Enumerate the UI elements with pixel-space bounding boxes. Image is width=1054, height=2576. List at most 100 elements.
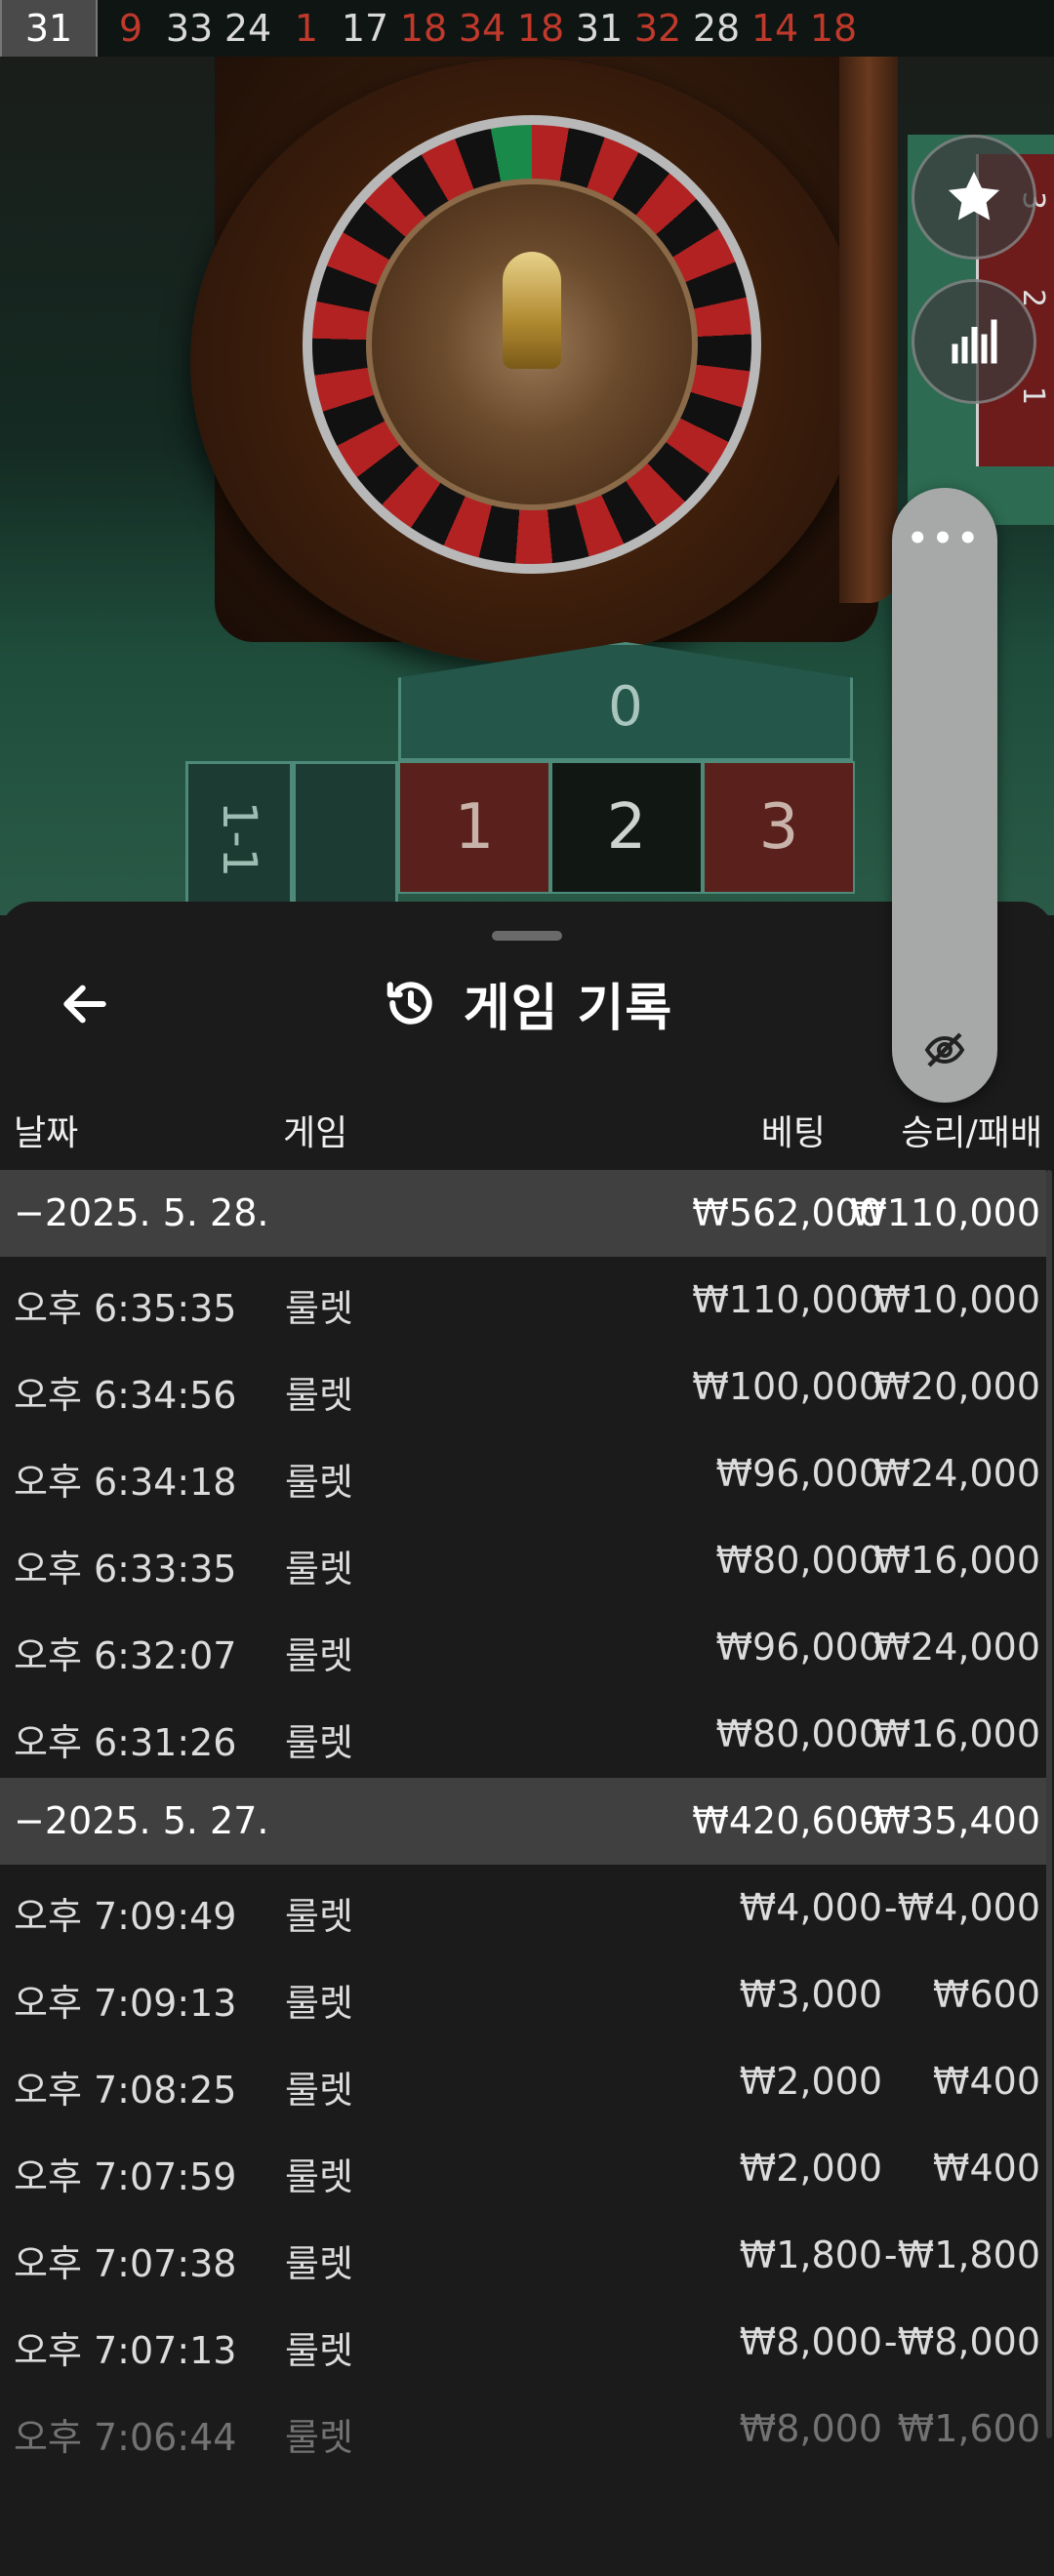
row-win-loss: ₩110,000 [850, 1191, 1040, 1234]
column-header-win-loss: 승리/패배 [901, 1113, 1042, 1153]
result-number: 9 [118, 7, 143, 50]
bet-spot-dozen[interactable] [293, 761, 398, 915]
result-number: 18 [809, 7, 858, 50]
row-date: −2025. 5. 28. [14, 1191, 269, 1234]
row-date: −2025. 5. 27. [14, 1799, 269, 1842]
row-date: 오후 6:31:26 [14, 1721, 237, 1764]
row-date: 오후 7:09:49 [14, 1895, 237, 1938]
page-title: 게임 기록 [463, 979, 673, 1038]
history-row[interactable]: 오후 7:09:13 룰렛 ₩3,000 ₩600 [0, 1952, 1046, 2038]
history-row[interactable]: 오후 6:32:07 룰렛 ₩96,000 ₩24,000 [0, 1604, 1046, 1691]
result-number: 18 [399, 7, 448, 50]
bet-spot-label: 3 [758, 791, 799, 864]
history-row[interactable]: 오후 6:34:18 룰렛 ₩96,000 ₩24,000 [0, 1430, 1046, 1517]
row-game: 룰렛 [285, 2069, 353, 2112]
row-win-loss: ₩400 [932, 2147, 1040, 2190]
bet-spot-zero-label: 0 [608, 675, 643, 739]
row-bet: ₩1,800 [739, 2234, 882, 2276]
row-win-loss: ₩400 [932, 2060, 1040, 2103]
result-number: 28 [692, 7, 741, 50]
row-game: 룰렛 [285, 1461, 353, 1504]
history-row[interactable]: 오후 7:07:59 룰렛 ₩2,000 ₩400 [0, 2125, 1046, 2212]
game-history-panel: 게임 기록 날짜 게임 베팅 승리/패배 −2025. 5. 28. ₩562,0… [0, 902, 1054, 2576]
row-date: 오후 6:33:35 [14, 1548, 237, 1590]
row-game: 룰렛 [285, 2242, 353, 2285]
row-win-loss: ₩600 [932, 1973, 1040, 2016]
side-bet-number: 1 [1015, 385, 1050, 406]
bet-spot-3[interactable]: 3 [703, 761, 855, 894]
history-row[interactable]: 오후 7:07:13 룰렛 ₩8,000 -₩8,000 [0, 2299, 1046, 2386]
row-win-loss: ₩24,000 [873, 1452, 1040, 1495]
row-bet: ₩8,000 [739, 2320, 882, 2363]
result-number: 18 [516, 7, 565, 50]
row-win-loss: ₩1,600 [897, 2407, 1040, 2450]
result-number: 17 [341, 7, 389, 50]
bet-spot-2[interactable]: 2 [550, 761, 703, 894]
row-bet: ₩420,600 [692, 1799, 882, 1842]
bet-spot-label: 1 [454, 791, 495, 864]
row-date: 오후 6:35:35 [14, 1287, 237, 1330]
row-win-loss: -₩1,800 [883, 2234, 1040, 2276]
favorite-button[interactable] [912, 135, 1036, 260]
row-date: 오후 7:09:13 [14, 1982, 237, 2025]
row-bet: ₩2,000 [739, 2147, 882, 2190]
history-icon [386, 982, 432, 1025]
result-number: 33 [165, 7, 214, 50]
row-win-loss: ₩24,000 [873, 1626, 1040, 1669]
row-win-loss: -₩8,000 [883, 2320, 1040, 2363]
eye-off-icon[interactable] [921, 1026, 968, 1073]
date-group-row[interactable]: −2025. 5. 27. ₩420,600 -₩35,400 [0, 1778, 1046, 1865]
row-date: 오후 6:32:07 [14, 1634, 237, 1677]
bet-spot-zero[interactable]: 0 [398, 642, 853, 761]
history-row[interactable]: 오후 6:31:26 룰렛 ₩80,000 ₩16,000 [0, 1691, 1046, 1778]
scrollbar[interactable] [1046, 1170, 1052, 2438]
row-bet: ₩96,000 [715, 1626, 882, 1669]
row-game: 룰렛 [285, 2416, 353, 2459]
latest-result: 31 [0, 0, 98, 57]
row-bet: ₩80,000 [715, 1712, 882, 1755]
panel-drag-handle[interactable] [492, 931, 562, 941]
bet-spot-column[interactable]: 1-1 [185, 761, 293, 915]
row-win-loss: -₩4,000 [883, 1886, 1040, 1929]
row-game: 룰렛 [285, 1634, 353, 1677]
row-bet: ₩110,000 [692, 1278, 882, 1321]
row-bet: ₩3,000 [739, 1973, 882, 2016]
column-header-game: 게임 [283, 1113, 348, 1153]
history-row[interactable]: 오후 7:06:44 룰렛 ₩8,000 ₩1,600 [0, 2386, 1046, 2473]
row-date: 오후 7:07:13 [14, 2329, 237, 2372]
row-bet: ₩80,000 [715, 1539, 882, 1582]
bar-chart-icon [952, 319, 997, 364]
statistics-button[interactable] [912, 279, 1036, 404]
history-table: −2025. 5. 28. ₩562,000 ₩110,000 오후 6:35:35 룰… [0, 1170, 1046, 2473]
row-game: 룰렛 [285, 1895, 353, 1938]
row-date: 오후 7:07:59 [14, 2155, 237, 2198]
row-game: 룰렛 [285, 1548, 353, 1590]
date-group-row[interactable]: −2025. 5. 28. ₩562,000 ₩110,000 [0, 1170, 1046, 1257]
history-row[interactable]: 오후 6:34:56 룰렛 ₩100,000 ₩20,000 [0, 1344, 1046, 1430]
row-date: 오후 7:08:25 [14, 2069, 237, 2112]
history-row[interactable]: 오후 6:35:35 룰렛 ₩110,000 ₩10,000 [0, 1257, 1046, 1344]
row-bet: ₩96,000 [715, 1452, 882, 1495]
row-game: 룰렛 [285, 2329, 353, 2372]
more-dots-icon[interactable]: ••• [892, 522, 997, 555]
history-row[interactable]: 오후 6:33:35 룰렛 ₩80,000 ₩16,000 [0, 1517, 1046, 1604]
row-game: 룰렛 [285, 1287, 353, 1330]
row-game: 룰렛 [285, 2155, 353, 2198]
row-bet: ₩100,000 [692, 1365, 882, 1408]
bet-spot-column-label: 1-1 [212, 800, 266, 878]
row-win-loss: ₩20,000 [873, 1365, 1040, 1408]
row-bet: ₩4,000 [739, 1886, 882, 1929]
history-row[interactable]: 오후 7:09:49 룰렛 ₩4,000 -₩4,000 [0, 1865, 1046, 1952]
result-number: 1 [294, 7, 319, 50]
bet-spot-1[interactable]: 1 [398, 761, 550, 894]
history-row[interactable]: 오후 7:08:25 룰렛 ₩2,000 ₩400 [0, 2038, 1046, 2125]
roulette-wheel-turret [503, 252, 561, 369]
row-game: 룰렛 [285, 1374, 353, 1417]
result-number: 31 [575, 7, 624, 50]
row-bet: ₩2,000 [739, 2060, 882, 2103]
row-bet: ₩8,000 [739, 2407, 882, 2450]
cabinet-rail [839, 57, 898, 603]
column-header-bet: 베팅 [760, 1113, 826, 1153]
side-menu-pill[interactable]: ••• [892, 488, 997, 1103]
history-row[interactable]: 오후 7:07:38 룰렛 ₩1,800 -₩1,800 [0, 2212, 1046, 2299]
